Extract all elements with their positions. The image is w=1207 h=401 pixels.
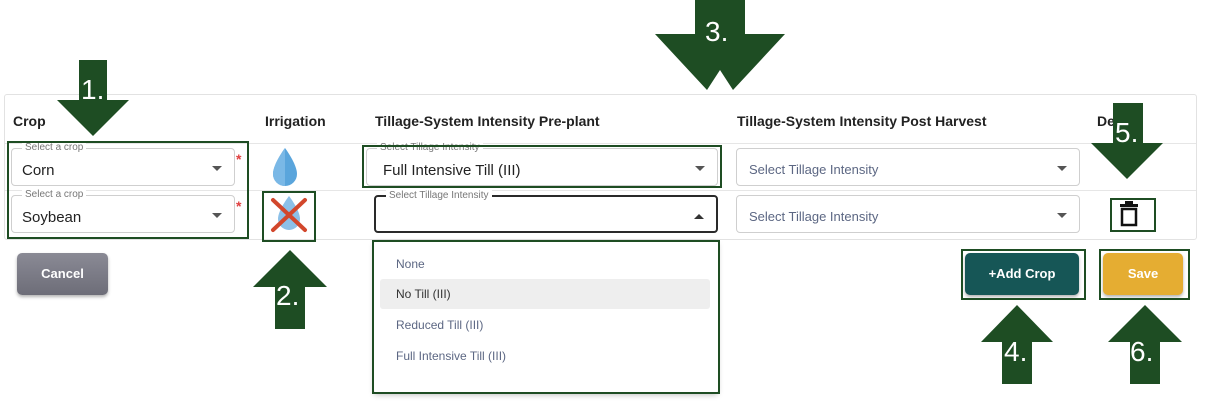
header-crop: Crop	[13, 113, 46, 129]
highlight-tillage-pre	[362, 145, 722, 188]
annotation-label-2: 2.	[276, 280, 300, 311]
annotation-arrow-3: 3.	[655, 0, 785, 92]
header-tillage-post-harvest: Tillage-System Intensity Post Harvest	[737, 113, 987, 129]
highlight-delete	[1110, 198, 1156, 232]
annotation-arrow-1: 1.	[57, 60, 129, 136]
annotation-label-5: 5.	[1115, 117, 1139, 148]
header-irrigation: Irrigation	[265, 113, 326, 129]
highlight-dropdown	[372, 240, 720, 394]
annotation-arrow-4: 4.	[981, 305, 1053, 384]
highlight-save	[1099, 249, 1190, 300]
highlight-add-crop	[961, 249, 1086, 300]
tillage-pre-select-row-2[interactable]: Select Tillage Intensity	[374, 190, 718, 233]
tillage-post-select-row-1[interactable]: Select Tillage Intensity	[736, 148, 1080, 186]
tillage-post-select-row-2[interactable]: Select Tillage Intensity	[736, 195, 1080, 233]
annotation-label-4: 4.	[1004, 336, 1028, 367]
water-drop-icon[interactable]	[270, 146, 300, 188]
tillage-post-placeholder: Select Tillage Intensity	[749, 209, 879, 224]
annotation-arrow-2: 2.	[253, 250, 327, 329]
chevron-down-icon	[1057, 166, 1067, 171]
annotation-arrow-5: 5.	[1091, 103, 1163, 179]
tillage-post-placeholder: Select Tillage Intensity	[749, 162, 879, 177]
annotation-label-6: 6.	[1130, 336, 1154, 367]
chevron-down-icon	[1057, 213, 1067, 218]
header-tillage-pre-plant: Tillage-System Intensity Pre-plant	[375, 113, 600, 129]
tillage-pre-legend: Select Tillage Intensity	[386, 190, 492, 202]
annotation-label-3: 3.	[705, 16, 729, 47]
annotation-arrow-6: 6.	[1108, 305, 1182, 384]
annotation-label-1: 1.	[81, 74, 105, 105]
highlight-crop-column	[7, 141, 249, 239]
cancel-button[interactable]: Cancel	[17, 253, 108, 295]
highlight-irrigation	[262, 191, 316, 242]
chevron-up-icon	[694, 214, 704, 219]
